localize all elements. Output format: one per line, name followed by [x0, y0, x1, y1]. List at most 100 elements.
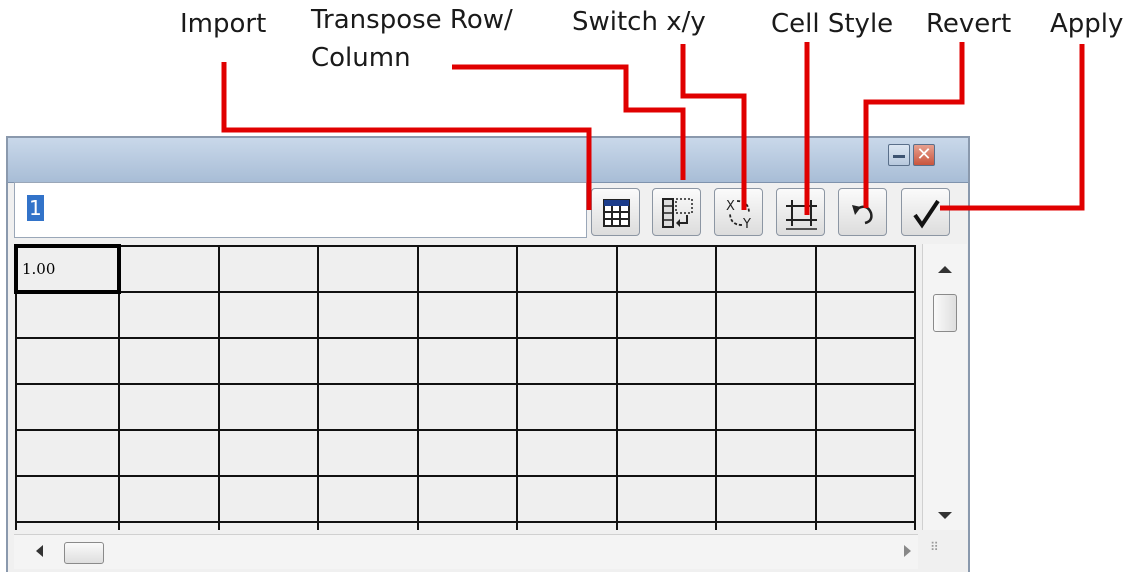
cell-editor-field[interactable]: 1: [14, 182, 587, 238]
grid-cell[interactable]: [217, 475, 320, 523]
grid-cell[interactable]: [416, 291, 519, 339]
table-row: [14, 383, 916, 431]
grid-cell[interactable]: [814, 337, 916, 385]
grid-cell[interactable]: [516, 337, 618, 385]
transpose-callout-line2: Column: [311, 43, 411, 73]
grid-cell[interactable]: [217, 291, 320, 339]
grid-cell[interactable]: [814, 245, 916, 293]
scroll-right-arrow-icon[interactable]: [904, 545, 911, 557]
close-icon: ✕: [916, 144, 932, 165]
switch-xy-button[interactable]: X Y: [714, 188, 763, 236]
grid-cell[interactable]: [14, 521, 121, 530]
grid-cell[interactable]: [14, 429, 121, 477]
grid-cell[interactable]: [814, 521, 916, 530]
close-button[interactable]: ✕: [913, 144, 935, 166]
grid-cell[interactable]: [217, 429, 320, 477]
grid-cell[interactable]: [14, 337, 121, 385]
grid-cell[interactable]: [118, 475, 220, 523]
grid-cell[interactable]: [516, 475, 618, 523]
grid-cell[interactable]: [715, 291, 817, 339]
revert-button[interactable]: [838, 188, 887, 236]
grid-cell[interactable]: [615, 383, 718, 431]
grid-cell[interactable]: [118, 429, 220, 477]
grid-cell[interactable]: [217, 245, 320, 293]
scroll-down-arrow-icon[interactable]: [938, 512, 952, 519]
grid-cell[interactable]: [615, 291, 718, 339]
grid-cell[interactable]: [416, 337, 519, 385]
grid-cell[interactable]: [715, 337, 817, 385]
transpose-button[interactable]: [652, 188, 701, 236]
data-table-window: ✕ 1 X Y 1.00 ⠿: [6, 136, 970, 572]
grid-cell[interactable]: [814, 383, 916, 431]
grid-cell[interactable]: [615, 475, 718, 523]
grid-cell[interactable]: [317, 429, 419, 477]
cell-style-button[interactable]: [776, 188, 825, 236]
grid-cell[interactable]: 1.00: [14, 244, 122, 294]
grid-cell[interactable]: [715, 245, 817, 293]
grid-cell[interactable]: [715, 429, 817, 477]
scroll-left-arrow-icon[interactable]: [36, 545, 43, 557]
grid-cell[interactable]: [416, 475, 519, 523]
cell-style-icon: [786, 200, 817, 230]
grid-cell[interactable]: [416, 245, 519, 293]
grid-cell[interactable]: [118, 245, 220, 293]
grid-cell[interactable]: [715, 475, 817, 523]
import-button[interactable]: [591, 188, 640, 236]
vertical-scroll-thumb[interactable]: [933, 294, 957, 332]
grid-cell[interactable]: [715, 383, 817, 431]
grid-cell[interactable]: [14, 291, 121, 339]
grid-cell[interactable]: [217, 337, 320, 385]
table-import-icon: [603, 199, 630, 227]
grid-cell[interactable]: [317, 337, 419, 385]
resize-grip-icon[interactable]: ⠿: [930, 540, 954, 564]
grid-cell[interactable]: [615, 521, 718, 530]
grid-cell[interactable]: [317, 291, 419, 339]
grid-cell[interactable]: [814, 429, 916, 477]
grid-cell[interactable]: [118, 291, 220, 339]
revert-callout: Revert: [926, 9, 1012, 39]
table-row: 1.00: [14, 244, 916, 294]
grid-cell[interactable]: [416, 429, 519, 477]
grid-cell[interactable]: [317, 475, 419, 523]
grid-cell[interactable]: [118, 521, 220, 530]
grid-cell[interactable]: [217, 383, 320, 431]
grid-cell[interactable]: [516, 245, 618, 293]
grid-cell[interactable]: [615, 337, 718, 385]
grid-cell[interactable]: [516, 291, 618, 339]
grid-cell[interactable]: [317, 245, 419, 293]
grid-cell[interactable]: [416, 383, 519, 431]
grid-cell[interactable]: [14, 475, 121, 523]
grid-cell[interactable]: [615, 245, 718, 293]
grid-cell[interactable]: [516, 521, 618, 530]
window-titlebar[interactable]: ✕: [8, 138, 968, 183]
grid-cell[interactable]: [118, 383, 220, 431]
table-row: [14, 337, 916, 385]
cell-style-callout: Cell Style: [771, 9, 894, 39]
data-table: 1.00: [14, 244, 916, 530]
scroll-up-arrow-icon[interactable]: [938, 266, 952, 273]
horizontal-scrollbar[interactable]: [14, 534, 918, 569]
grid-cell[interactable]: [814, 291, 916, 339]
grid-cell[interactable]: [516, 383, 618, 431]
table-row: [14, 521, 916, 530]
grid-cell[interactable]: [217, 521, 320, 530]
data-grid[interactable]: 1.00: [14, 244, 916, 530]
checkmark-icon: [913, 199, 940, 229]
grid-cell[interactable]: [118, 337, 220, 385]
apply-button[interactable]: [901, 188, 950, 236]
grid-cell[interactable]: [615, 429, 718, 477]
grid-cell[interactable]: [317, 521, 419, 530]
transpose-callout-line1: Transpose Row/: [311, 5, 513, 35]
grid-cell[interactable]: [416, 521, 519, 530]
apply-callout: Apply: [1050, 9, 1124, 39]
grid-cell[interactable]: [14, 383, 121, 431]
table-row: [14, 429, 916, 477]
horizontal-scroll-thumb[interactable]: [64, 542, 104, 564]
grid-cell[interactable]: [814, 475, 916, 523]
grid-cell[interactable]: [317, 383, 419, 431]
minimize-button[interactable]: [888, 144, 910, 166]
grid-cell[interactable]: [715, 521, 817, 530]
table-row: [14, 475, 916, 523]
vertical-scrollbar[interactable]: [922, 244, 967, 530]
grid-cell[interactable]: [516, 429, 618, 477]
